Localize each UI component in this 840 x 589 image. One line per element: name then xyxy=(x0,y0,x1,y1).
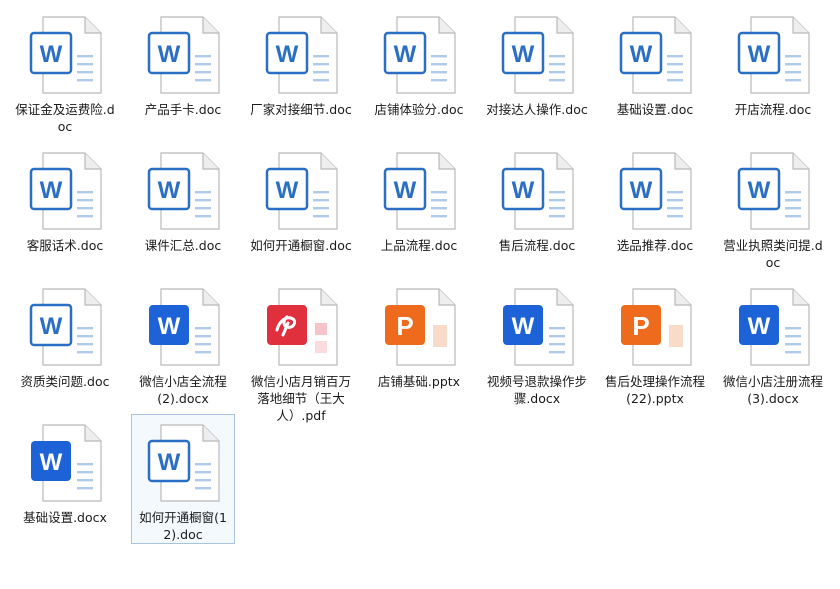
word-doc-icon: W xyxy=(21,283,109,371)
file-item[interactable]: W 保证金及运费险.doc xyxy=(13,6,117,136)
word-doc-icon: W xyxy=(139,419,227,507)
file-name-label: 选品推荐.doc xyxy=(616,238,694,253)
svg-text:W: W xyxy=(630,41,653,68)
file-name-label: 如何开通橱窗.doc xyxy=(250,238,352,253)
word-docx-icon: W xyxy=(729,283,817,371)
file-name-label: 微信小店注册流程(3).docx xyxy=(722,374,823,406)
file-name-label: 售后处理操作流程(22).pptx xyxy=(604,374,705,406)
svg-text:W: W xyxy=(158,313,181,340)
svg-text:W: W xyxy=(40,449,63,476)
file-item[interactable]: W 售后流程.doc xyxy=(485,142,589,272)
file-item[interactable]: W 微信小店注册流程(3).docx xyxy=(721,278,825,408)
svg-text:W: W xyxy=(40,177,63,204)
word-doc-icon: W xyxy=(729,147,817,235)
svg-text:W: W xyxy=(158,41,181,68)
word-doc-icon: W xyxy=(493,11,581,99)
file-name-label: 产品手卡.doc xyxy=(144,102,222,117)
svg-text:W: W xyxy=(276,41,299,68)
file-name-label: 课件汇总.doc xyxy=(144,238,222,253)
svg-text:W: W xyxy=(276,177,299,204)
svg-text:W: W xyxy=(394,177,417,204)
word-doc-icon: W xyxy=(257,147,345,235)
file-item[interactable]: W 课件汇总.doc xyxy=(131,142,235,272)
svg-text:W: W xyxy=(512,177,535,204)
file-name-label: 保证金及运费险.doc xyxy=(15,102,115,134)
file-item[interactable]: W 基础设置.docx xyxy=(13,414,117,544)
word-doc-icon: W xyxy=(611,147,699,235)
file-name-label: 对接达人操作.doc xyxy=(486,102,588,117)
file-name-label: 如何开通橱窗(12).doc xyxy=(139,510,227,542)
file-item[interactable]: W 微信小店全流程(2).docx xyxy=(131,278,235,408)
file-item[interactable]: P 售后处理操作流程(22).pptx xyxy=(603,278,707,408)
file-name-label: 视频号退款操作步骤.docx xyxy=(486,374,587,406)
file-item[interactable]: W 上品流程.doc xyxy=(367,142,471,272)
file-item[interactable]: W 视频号退款操作步骤.docx xyxy=(485,278,589,408)
word-doc-icon: W xyxy=(21,147,109,235)
svg-text:W: W xyxy=(158,177,181,204)
file-item[interactable]: W 选品推荐.doc xyxy=(603,142,707,272)
word-doc-icon: W xyxy=(729,11,817,99)
file-name-label: 厂家对接细节.doc xyxy=(250,102,352,117)
svg-text:W: W xyxy=(40,313,63,340)
word-docx-icon: W xyxy=(139,283,227,371)
file-item[interactable]: W 如何开通橱窗.doc xyxy=(249,142,353,272)
svg-text:W: W xyxy=(394,41,417,68)
svg-text:W: W xyxy=(748,41,771,68)
file-name-label: 上品流程.doc xyxy=(380,238,458,253)
svg-text:W: W xyxy=(630,177,653,204)
file-item[interactable]: W 客服话术.doc xyxy=(13,142,117,272)
word-doc-icon: W xyxy=(375,147,463,235)
svg-text:P: P xyxy=(632,311,649,341)
svg-text:W: W xyxy=(40,41,63,68)
file-name-label: 店铺基础.pptx xyxy=(377,374,461,389)
file-name-label: 微信小店月销百万落地细节（王大人）.pdf xyxy=(250,374,351,423)
svg-text:W: W xyxy=(748,177,771,204)
svg-text:W: W xyxy=(512,313,535,340)
file-item[interactable]: W 厂家对接细节.doc xyxy=(249,6,353,136)
file-name-label: 资质类问题.doc xyxy=(20,374,110,389)
svg-text:W: W xyxy=(512,41,535,68)
file-item[interactable]: W 开店流程.doc xyxy=(721,6,825,136)
word-doc-icon: W xyxy=(139,147,227,235)
file-name-label: 售后流程.doc xyxy=(498,238,576,253)
pdf-icon xyxy=(257,283,345,371)
word-docx-icon: W xyxy=(21,419,109,507)
file-item[interactable]: W 店铺体验分.doc xyxy=(367,6,471,136)
file-name-label: 基础设置.docx xyxy=(23,510,107,525)
file-item[interactable]: P 店铺基础.pptx xyxy=(367,278,471,408)
svg-text:W: W xyxy=(158,449,181,476)
svg-text:W: W xyxy=(748,313,771,340)
file-item[interactable]: 微信小店月销百万落地细节（王大人）.pdf xyxy=(249,278,353,423)
word-doc-icon: W xyxy=(257,11,345,99)
powerpoint-icon: P xyxy=(375,283,463,371)
word-doc-icon: W xyxy=(139,11,227,99)
file-name-label: 基础设置.doc xyxy=(616,102,694,117)
file-name-label: 微信小店全流程(2).docx xyxy=(139,374,227,406)
word-doc-icon: W xyxy=(493,147,581,235)
file-item[interactable]: W 营业执照类问提.doc xyxy=(721,142,825,272)
file-item[interactable]: W 对接达人操作.doc xyxy=(485,6,589,136)
file-name-label: 开店流程.doc xyxy=(734,102,812,117)
file-name-label: 店铺体验分.doc xyxy=(374,102,464,117)
word-docx-icon: W xyxy=(493,283,581,371)
file-item[interactable]: W 产品手卡.doc xyxy=(131,6,235,136)
file-item[interactable]: W 基础设置.doc xyxy=(603,6,707,136)
file-name-label: 客服话术.doc xyxy=(26,238,104,253)
file-grid: W 保证金及运费险.doc W 产品手卡.doc W 厂家对接细节.doc W 店铺体验… xyxy=(6,6,832,550)
word-doc-icon: W xyxy=(21,11,109,99)
powerpoint-icon: P xyxy=(611,283,699,371)
word-doc-icon: W xyxy=(611,11,699,99)
file-item[interactable]: W 如何开通橱窗(12).doc xyxy=(131,414,235,544)
svg-text:P: P xyxy=(396,311,413,341)
word-doc-icon: W xyxy=(375,11,463,99)
file-item[interactable]: W 资质类问题.doc xyxy=(13,278,117,408)
file-name-label: 营业执照类问提.doc xyxy=(723,238,823,270)
